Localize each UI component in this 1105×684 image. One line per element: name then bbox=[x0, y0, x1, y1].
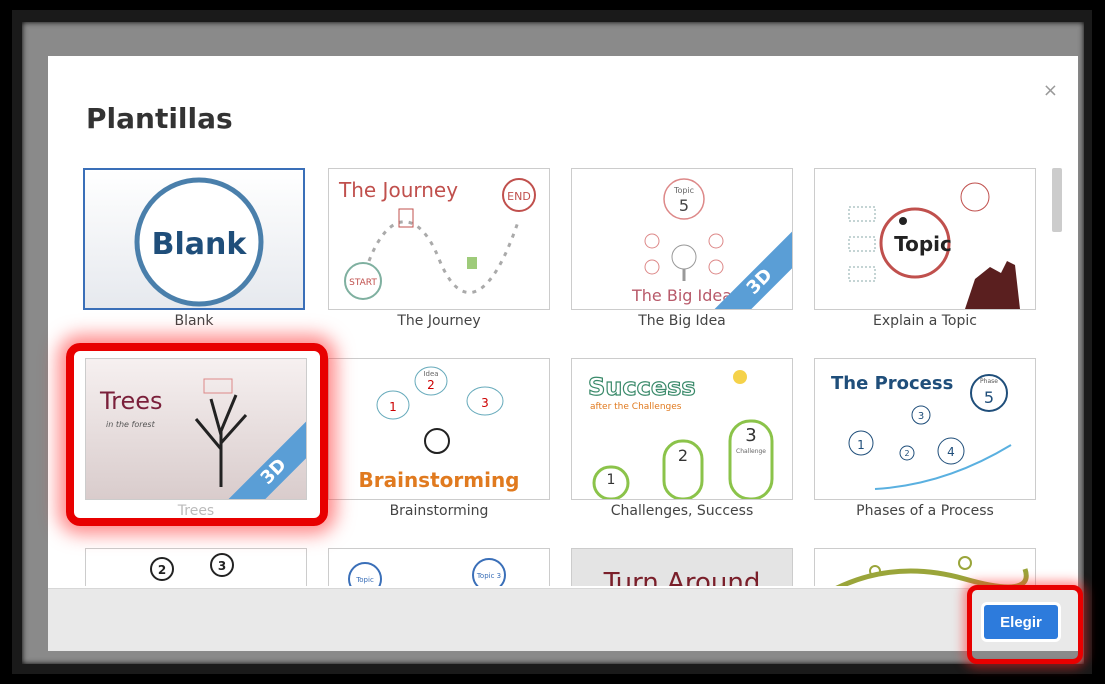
blank-thumb-text: Blank bbox=[152, 227, 248, 262]
template-thumb-challenges[interactable]: Success after the Challenges 1 2 3 Chall… bbox=[571, 358, 793, 500]
phase-3: 3 bbox=[918, 411, 924, 422]
template-thumb-journey[interactable]: The Journey END START bbox=[328, 168, 550, 310]
template-thumb-row3-3[interactable]: Turn Around bbox=[571, 548, 793, 586]
template-thumb-brainstorming[interactable]: Idea 2 1 3 Brainstorming bbox=[328, 358, 550, 500]
challenge-2-number: 2 bbox=[678, 446, 688, 465]
brainstorm-thumb-title: Brainstorming bbox=[358, 468, 519, 492]
template-card-row3-2[interactable]: Topic Topic 3 bbox=[328, 548, 550, 586]
brainstorm-idea-3: 3 bbox=[481, 396, 489, 410]
template-label: Explain a Topic bbox=[873, 313, 977, 329]
brainstorming-thumb-art: Idea 2 1 3 Brainstorming bbox=[358, 366, 520, 492]
template-card-challenges[interactable]: Success after the Challenges 1 2 3 Chall… bbox=[571, 358, 793, 519]
big-idea-topic-text: Topic bbox=[673, 186, 694, 195]
success-thumb-title: Success bbox=[588, 373, 696, 401]
template-card-process[interactable]: The Process Phase 5 1 2 3 4 Phases of a … bbox=[814, 358, 1036, 519]
template-label: The Big Idea bbox=[638, 313, 726, 329]
template-thumb-trees[interactable]: Trees in the forest 3D bbox=[85, 358, 307, 500]
template-label: Challenges, Success bbox=[610, 503, 754, 519]
phase-1: 1 bbox=[857, 438, 865, 452]
challenge-1-number: 1 bbox=[607, 472, 616, 488]
template-card-journey[interactable]: The Journey END START The Journey bbox=[328, 168, 550, 329]
row3-2-topic: Topic bbox=[355, 576, 374, 584]
template-card-brainstorming[interactable]: Idea 2 1 3 Brainstorming Brainstorming bbox=[328, 358, 550, 519]
topic-thumb-text: Topic bbox=[894, 232, 952, 256]
choose-button[interactable]: Elegir bbox=[984, 605, 1058, 639]
template-card-row3-4[interactable] bbox=[814, 548, 1036, 586]
template-thumb-explain-topic[interactable]: Topic bbox=[814, 168, 1036, 310]
template-thumb-blank[interactable]: Blank bbox=[83, 168, 305, 310]
challenge-caption: Challenge bbox=[736, 448, 766, 455]
big-idea-thumb-title: The Big Idea bbox=[631, 286, 732, 305]
journey-thumb-art: The Journey END START bbox=[338, 178, 536, 300]
row3-1-number-2: 2 bbox=[158, 563, 166, 577]
phase-4: 4 bbox=[947, 445, 955, 459]
phase-label: Phase bbox=[980, 378, 998, 385]
success-thumb-subtitle: after the Challenges bbox=[590, 402, 682, 412]
challenge-3-number: 3 bbox=[745, 425, 756, 446]
brainstorm-idea-2: 2 bbox=[427, 378, 435, 392]
brainstorm-idea-1: 1 bbox=[389, 400, 397, 414]
template-card-explain-topic[interactable]: Topic Explain a Topic bbox=[814, 168, 1036, 329]
template-card-row3-3[interactable]: Turn Around bbox=[571, 548, 793, 586]
dialog-title: Plantillas bbox=[86, 102, 233, 135]
journey-start-text: START bbox=[349, 278, 377, 288]
template-card-trees[interactable]: Trees in the forest 3D Trees bbox=[85, 358, 307, 519]
topic-thumb-art: Topic bbox=[848, 182, 1020, 309]
big-idea-number: 5 bbox=[679, 196, 689, 215]
template-thumb-big-idea[interactable]: Topic 5 The Big Idea 3D bbox=[571, 168, 793, 310]
template-thumb-process[interactable]: The Process Phase 5 1 2 3 4 bbox=[814, 358, 1036, 500]
turn-around-title: Turn Around bbox=[603, 568, 761, 586]
phase-5: 5 bbox=[984, 388, 994, 407]
templates-grid: Blank Blank The Journey END START The Jo… bbox=[48, 156, 1058, 586]
trees-thumb-title: Trees bbox=[99, 387, 163, 415]
row3-2-topic-3: Topic 3 bbox=[476, 572, 501, 580]
row3-1-thumb-art: 2 3 bbox=[150, 553, 234, 581]
phase-2: 2 bbox=[904, 449, 909, 458]
dialog-footer bbox=[48, 588, 1078, 651]
journey-end-text: END bbox=[507, 190, 531, 203]
row3-2-thumb-art: Topic Topic 3 bbox=[348, 558, 506, 586]
template-card-big-idea[interactable]: Topic 5 The Big Idea 3D The Big Idea bbox=[571, 168, 793, 329]
template-label: Blank bbox=[174, 313, 214, 329]
template-card-blank[interactable]: Blank Blank bbox=[83, 168, 305, 329]
template-label: The Journey bbox=[397, 313, 481, 329]
process-thumb-title: The Process bbox=[831, 373, 953, 394]
brainstorm-idea-label: Idea bbox=[423, 370, 438, 378]
template-thumb-row3-4[interactable] bbox=[814, 548, 1036, 586]
row3-3-thumb-art: Turn Around bbox=[603, 568, 761, 586]
templates-dialog: Plantillas × Blank Blank The Journey END bbox=[48, 56, 1078, 651]
template-card-row3-1[interactable]: 2 3 bbox=[85, 548, 307, 586]
close-icon[interactable]: × bbox=[1043, 80, 1058, 101]
template-thumb-row3-2[interactable]: Topic Topic 3 bbox=[328, 548, 550, 586]
challenges-thumb-art: Success after the Challenges 1 2 3 Chall… bbox=[587, 370, 774, 499]
row3-1-number-3: 3 bbox=[218, 559, 226, 573]
template-label: Phases of a Process bbox=[856, 503, 994, 519]
blank-thumb-art: Blank bbox=[85, 170, 303, 308]
template-thumb-row3-1[interactable]: 2 3 bbox=[85, 548, 307, 586]
row3-4-thumb-art bbox=[835, 556, 1029, 586]
trees-thumb-subtitle: in the forest bbox=[106, 420, 156, 429]
journey-thumb-title: The Journey bbox=[338, 178, 458, 202]
template-label: Trees bbox=[177, 503, 215, 519]
process-thumb-art: The Process Phase 5 1 2 3 4 bbox=[831, 373, 1012, 490]
template-label: Brainstorming bbox=[389, 503, 489, 519]
templates-scrollbar[interactable] bbox=[1052, 168, 1062, 232]
